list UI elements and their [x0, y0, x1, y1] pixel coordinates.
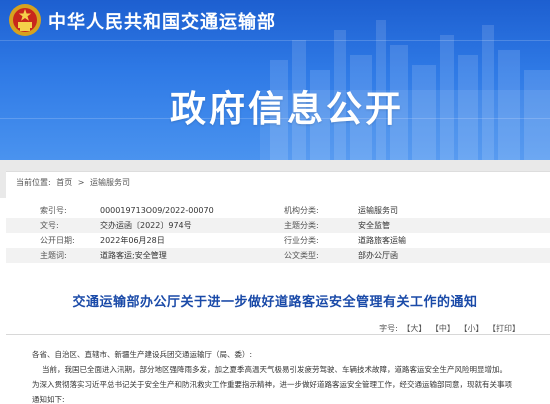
- meta-key: 索引号:: [40, 206, 67, 215]
- paragraph: 为深入贯彻落实习近平总书记关于安全生产和防汛救灾工作重要指示精神，进一步做好道路…: [32, 380, 512, 389]
- meta-value: 道路旅客运输: [358, 236, 406, 245]
- meta-value: 运输服务司: [358, 206, 398, 215]
- font-size-large-button[interactable]: 【大】: [402, 324, 426, 333]
- national-emblem-icon[interactable]: [8, 3, 42, 37]
- breadcrumb-home-link[interactable]: 首页: [56, 178, 72, 187]
- divider: [6, 334, 550, 335]
- meta-row: 文号: 交办运函〔2022〕974号 主题分类: 安全监管: [6, 218, 550, 233]
- paragraph: 通知如下:: [32, 395, 65, 404]
- meta-row: 索引号: 000019713O09/2022-00070 机构分类: 运输服务司: [6, 203, 550, 218]
- meta-value: 000019713O09/2022-00070: [100, 206, 214, 215]
- paragraph: 当前，我国已全面进入汛期，部分地区强降雨多发，加之夏季高温天气极易引发疲劳驾驶、…: [42, 365, 507, 374]
- font-size-label: 字号:: [379, 324, 398, 333]
- meta-key: 机构分类:: [284, 206, 319, 215]
- meta-key: 行业分类:: [284, 236, 319, 245]
- meta-value: 交办运函〔2022〕974号: [100, 221, 192, 230]
- meta-key: 文号:: [40, 221, 59, 230]
- page-heading: 政府信息公开: [170, 89, 405, 130]
- meta-row: 主题词: 道路客运;安全管理 公文类型: 部办公厅函: [6, 248, 550, 263]
- meta-key: 主题分类:: [284, 221, 319, 230]
- document-body: 各省、自治区、直辖市、新疆生产建设兵团交通运输厅（局、委）: 当前，我国已全面进…: [32, 347, 542, 404]
- breadcrumb-prefix: 当前位置:: [16, 178, 51, 187]
- meta-key: 公开日期:: [40, 236, 75, 245]
- meta-row: 公开日期: 2022年06月28日 行业分类: 道路旅客运输: [6, 233, 550, 248]
- ministry-name[interactable]: 中华人民共和国交通运输部: [48, 8, 276, 34]
- meta-value: 部办公厅函: [358, 251, 398, 260]
- meta-value: 道路客运;安全管理: [100, 251, 167, 260]
- font-size-small-button[interactable]: 【小】: [459, 324, 483, 333]
- print-button[interactable]: 【打印】: [488, 324, 520, 333]
- meta-value: 2022年06月28日: [100, 236, 165, 245]
- salutation: 各省、自治区、直辖市、新疆生产建设兵团交通运输厅（局、委）:: [32, 350, 253, 359]
- header-banner: 中华人民共和国交通运输部 政府信息公开: [0, 0, 550, 160]
- breadcrumb-bar: 当前位置: 首页 > 运输服务司: [0, 160, 550, 199]
- document-title: 交通运输部办公厅关于进一步做好道路客运安全管理有关工作的通知: [72, 295, 478, 310]
- meta-key: 公文类型:: [284, 251, 319, 260]
- font-size-medium-button[interactable]: 【中】: [431, 324, 455, 333]
- meta-key: 主题词:: [40, 251, 67, 260]
- document-metadata-table: 索引号: 000019713O09/2022-00070 机构分类: 运输服务司…: [6, 203, 550, 263]
- breadcrumb: 当前位置: 首页 > 运输服务司: [6, 171, 550, 199]
- meta-value: 安全监管: [358, 221, 390, 230]
- breadcrumb-department-link[interactable]: 运输服务司: [90, 178, 130, 187]
- font-size-controls: 字号: 【大】 【中】 【小】 【打印】: [379, 323, 520, 334]
- breadcrumb-separator: >: [77, 178, 85, 187]
